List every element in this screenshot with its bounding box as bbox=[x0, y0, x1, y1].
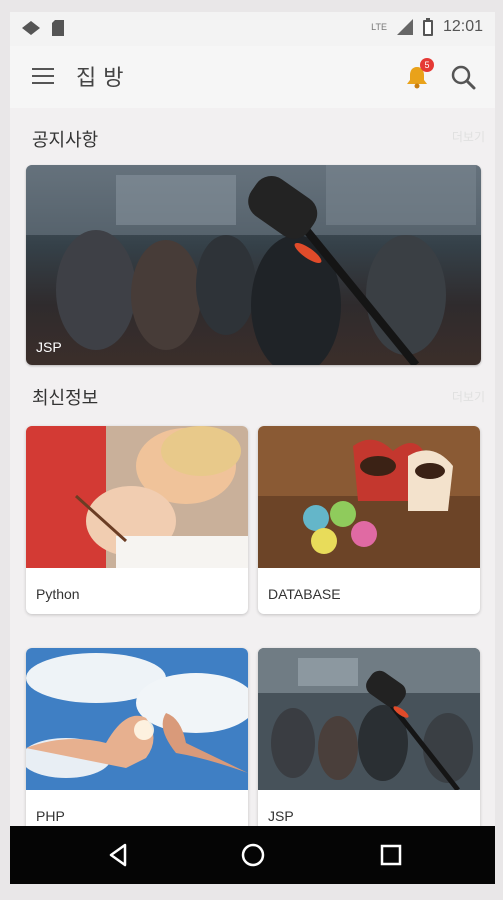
banner-label: JSP bbox=[36, 339, 62, 355]
home-icon[interactable] bbox=[238, 840, 268, 870]
card-image bbox=[26, 648, 248, 790]
latest-more-link[interactable]: 더보기 bbox=[452, 388, 485, 405]
navigation-bar bbox=[10, 826, 495, 884]
card-label: JSP bbox=[268, 808, 294, 824]
card-label: Python bbox=[36, 586, 80, 602]
card-label: DATABASE bbox=[268, 586, 341, 602]
info-card-python[interactable]: Python bbox=[26, 426, 248, 614]
main-content[interactable]: 공지사항 더보기 JSP 최신정보 더보기 Python DATABASE PH… bbox=[10, 108, 495, 826]
page-title: 집 방 bbox=[76, 66, 124, 91]
network-indicator: LTE bbox=[371, 22, 387, 32]
notices-title: 공지사항 bbox=[32, 130, 99, 151]
battery-icon bbox=[422, 18, 433, 36]
card-image bbox=[258, 648, 480, 792]
notice-banner[interactable]: JSP bbox=[26, 165, 481, 365]
notification-button[interactable]: 5 bbox=[404, 58, 434, 90]
menu-icon[interactable] bbox=[32, 68, 54, 84]
info-card-php[interactable]: PHP bbox=[26, 648, 248, 826]
info-card-database[interactable]: DATABASE bbox=[258, 426, 480, 614]
app-bar: 집 방 5 bbox=[10, 46, 495, 109]
info-card-jsp[interactable]: JSP bbox=[258, 648, 480, 826]
sd-card-icon bbox=[52, 20, 64, 36]
status-bar: LTE 12:01 bbox=[10, 12, 495, 46]
signal-icon bbox=[396, 19, 413, 35]
banner-image bbox=[26, 165, 481, 365]
cast-icon bbox=[22, 21, 40, 35]
status-time: 12:01 bbox=[442, 18, 483, 35]
back-icon[interactable] bbox=[103, 840, 133, 870]
latest-title: 최신정보 bbox=[32, 388, 99, 409]
recents-icon[interactable] bbox=[376, 840, 406, 870]
notification-badge: 5 bbox=[420, 58, 434, 72]
card-image bbox=[26, 426, 248, 568]
card-label: PHP bbox=[36, 808, 65, 824]
card-image bbox=[258, 426, 480, 568]
notices-more-link[interactable]: 더보기 bbox=[452, 128, 485, 145]
search-icon bbox=[451, 65, 476, 90]
search-button[interactable] bbox=[450, 64, 476, 90]
